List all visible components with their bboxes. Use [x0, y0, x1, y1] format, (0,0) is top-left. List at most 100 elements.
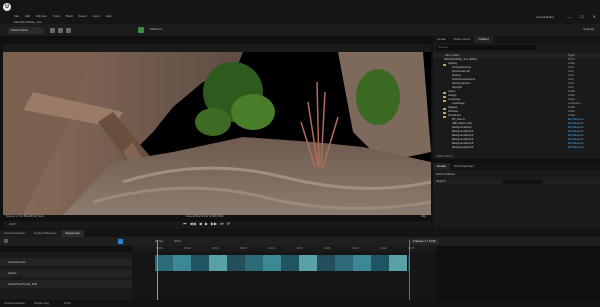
status-bar: Content Drawer Output Log Cmd — [0, 301, 600, 307]
frame-range[interactable]: Frames: 1 / 1726 — [410, 239, 439, 244]
ruler-tick-label: 0240 — [380, 246, 387, 250]
details-row-value[interactable] — [503, 180, 543, 184]
outliner-footer: 1,862 actors — [433, 154, 600, 159]
details-row: Search — [433, 179, 600, 185]
menu-build[interactable]: Build — [66, 15, 73, 18]
menu-select[interactable]: Select — [78, 15, 86, 18]
folder-icon — [443, 108, 446, 110]
menu-help[interactable]: Help — [106, 15, 112, 18]
folder-icon — [443, 92, 446, 94]
camera-cut-thumbnails[interactable] — [155, 255, 409, 271]
thumbnail-frame — [227, 255, 246, 271]
outliner-row[interactable]: BackgroundActor6 Edit Blueprint — [433, 146, 600, 151]
outliner-tab-outliner[interactable]: Outliner — [474, 36, 493, 43]
folder-icon — [443, 64, 446, 66]
tab-label: Sequencer — [65, 231, 80, 235]
details-panel: Details World Settings World Outliner Sea… — [433, 163, 600, 229]
editor-window: U File Edit Window Tools Build Select Actor Hel… — [0, 0, 600, 307]
viewport-toolbar — [3, 44, 431, 52]
sequencer-toolbar: 30 fps 0000 Frames: 1 / 1726 — [0, 237, 600, 246]
end-marker[interactable] — [409, 240, 410, 300]
menu-bar: File Edit Window Tools Build Select Actor Help — [14, 15, 112, 18]
menu-window[interactable]: Window — [36, 15, 47, 18]
details-tab-details[interactable]: Details — [433, 163, 451, 170]
status-item[interactable]: Cmd — [64, 302, 70, 305]
frame-readout: 0000 — [174, 239, 181, 243]
current-time: 0009 — [9, 222, 16, 226]
outliner-row-type: Edit Blueprint — [568, 146, 584, 149]
outliner-tab-label: Levels — [437, 37, 446, 41]
outliner-tab-levels[interactable]: Levels — [433, 36, 450, 43]
ruler-tick-label: 0090 — [240, 246, 247, 250]
menu-file[interactable]: File — [14, 15, 19, 18]
ruler-tick-label: 0120 — [268, 246, 275, 250]
item-label-column[interactable]: Item Label — [445, 54, 459, 57]
viewport-caption: Scene 1 / 01 Shot0010_Sub ForestTreeTrun… — [6, 215, 430, 220]
play-icon[interactable] — [138, 27, 144, 33]
platforms-button[interactable]: Platforms — [150, 28, 163, 31]
transport-control-1[interactable]: ◀◀ — [190, 222, 196, 226]
thumbnail-frame — [371, 255, 390, 271]
playhead[interactable] — [157, 240, 158, 300]
menu-edit[interactable]: Edit — [25, 15, 30, 18]
thumbnail-frame — [173, 255, 192, 271]
details-tab-world-settings[interactable]: World Settings — [450, 163, 477, 170]
bottom-tab-bar: Content Drawer Content Browser Sequencer — [0, 230, 600, 237]
tab-sequencer[interactable]: Sequencer — [61, 230, 84, 237]
transport-control-3[interactable]: ▶ — [205, 222, 208, 226]
thumbnail-frame — [353, 255, 372, 271]
track-label: Actors — [8, 271, 17, 275]
outliner-tab-place-actors[interactable]: Place Actors — [450, 36, 475, 43]
track-row[interactable]: Camera Cuts — [0, 258, 132, 266]
thumbnail-frame — [245, 255, 264, 271]
folder-icon — [443, 116, 446, 118]
details-tab-label: Details — [437, 164, 447, 168]
folder-icon — [443, 112, 446, 114]
track-row[interactable]: ForestTreeTrunk_Sub — [0, 280, 132, 288]
snap-icon[interactable] — [118, 239, 123, 244]
viewport-scene — [3, 52, 431, 215]
outliner-search-input[interactable]: Search... — [436, 45, 536, 50]
ruler-tick-label: 0210 — [352, 246, 359, 250]
thumbnail-frame — [191, 255, 210, 271]
transport-control-0[interactable]: ⏮ — [183, 222, 187, 226]
maximize-icon[interactable]: ☐ — [580, 15, 584, 19]
type-column[interactable]: Type — [568, 54, 575, 57]
thumbnail-frame — [281, 255, 300, 271]
transport-control-4[interactable]: ▶▶ — [211, 222, 217, 226]
thumbnail-frame — [317, 255, 336, 271]
cinematics-icon[interactable] — [66, 28, 71, 33]
status-item[interactable]: Output Log — [34, 302, 49, 305]
add-actor-icon[interactable] — [50, 28, 55, 33]
thumbnail-frame — [335, 255, 354, 271]
add-track-icon[interactable] — [4, 239, 8, 243]
menu-actor[interactable]: Actor — [93, 15, 100, 18]
folder-icon — [443, 100, 446, 102]
transport-control-2[interactable]: ◀ — [199, 222, 202, 226]
blueprint-icon[interactable] — [58, 28, 63, 33]
tab-content-drawer[interactable]: Content Drawer — [0, 230, 30, 237]
ruler-tick-label: 0180 — [324, 246, 331, 250]
app-title: Unreal Editor — [536, 15, 554, 19]
ruler-tick-label: 0060 — [212, 246, 219, 250]
track-label: Camera Cuts — [8, 260, 26, 264]
select-mode-button[interactable]: Select Mode — [8, 27, 44, 34]
status-item[interactable]: Content Drawer — [4, 302, 25, 305]
close-icon[interactable]: ✕ — [593, 15, 596, 19]
outliner-tabs: Levels Place Actors Outliner — [433, 36, 600, 43]
clip-label: Clip — [420, 214, 426, 218]
tab-content-browser[interactable]: Content Browser — [30, 230, 61, 237]
thumbnail-frame — [209, 255, 228, 271]
tab-label: Content Browser — [34, 231, 57, 235]
level-viewport[interactable] — [3, 52, 431, 215]
transport-control-6[interactable]: ⟳ — [227, 222, 230, 226]
transport-control-5[interactable]: ⏭ — [220, 222, 224, 226]
menu-tools[interactable]: Tools — [53, 15, 60, 18]
details-subheader: World Outliner — [433, 172, 600, 177]
minimize-icon[interactable]: — — [567, 15, 571, 19]
track-row[interactable]: Actors — [0, 269, 132, 277]
transport-bar: 0009 ⏮ ◀◀ ◀ ▶ ▶▶ ⏭ ⟳ — [3, 221, 431, 229]
folder-icon — [443, 96, 446, 98]
unreal-logo-icon[interactable]: U — [3, 3, 11, 11]
settings-button[interactable]: Settings — [583, 28, 594, 31]
